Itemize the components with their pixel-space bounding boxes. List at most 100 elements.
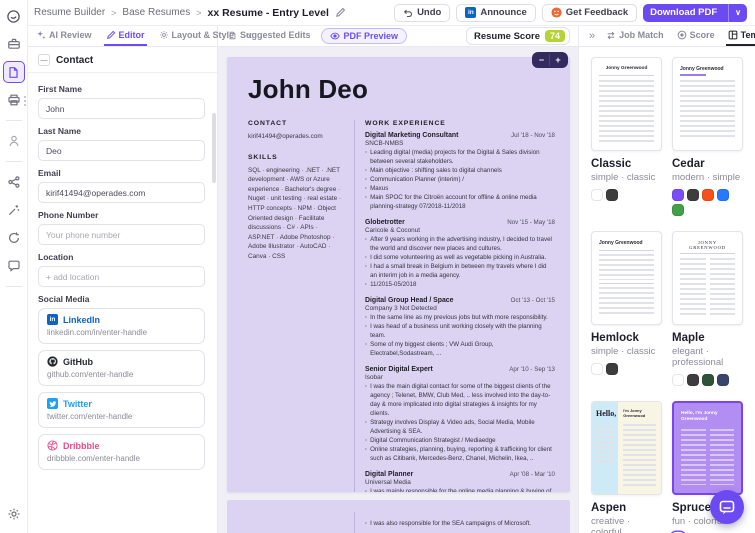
settings-gear-icon[interactable] [3,503,25,525]
gear-icon [159,31,168,39]
color-swatch[interactable] [672,374,684,386]
tab-suggested-edits[interactable]: Suggested Edits [226,26,313,46]
social-name: LinkedIn [63,314,101,325]
template-thumbnail-selected[interactable]: Hello, I'm Jonny Greenwood [672,401,743,495]
color-swatch[interactable] [606,189,618,201]
color-swatch[interactable] [672,204,684,216]
download-pdf-button[interactable]: Download PDF ∨ [643,3,747,22]
social-handle: dribbble.com/enter-handle [47,454,140,463]
collapse-section-icon[interactable]: — [38,54,50,66]
experience-entry: Digital Planner Apr '08 - Mar '10 Univers… [365,471,555,492]
color-swatch[interactable] [702,374,714,386]
template-card-maple: JONNY GREENWOOD Maple elegant · professi… [672,231,743,386]
tab-templates[interactable]: Templates [725,26,755,46]
resume-page-1[interactable]: John Deo CONTACT kirif41494@operades.com… [227,57,570,492]
template-thumbnail[interactable]: Jonny Greenwood [672,57,743,151]
sidebar-item-profile[interactable] [3,130,25,152]
rename-pencil-icon[interactable] [335,7,346,18]
undo-icon [403,9,413,17]
first-name-field[interactable] [38,98,205,119]
tab-score[interactable]: Score [675,26,717,46]
chat-launcher-button[interactable] [710,490,744,524]
announce-button[interactable]: in Announce [456,3,536,22]
color-swatch[interactable] [672,189,684,201]
resume-contact-heading: CONTACT [248,120,288,127]
color-swatch[interactable] [717,189,729,201]
tab-job-match[interactable]: Job Match [604,26,666,46]
breadcrumb-separator: > [196,7,202,18]
app-root: Resume Builder > Base Resumes > xx Resum… [0,0,755,533]
swap-arrows-icon [607,31,615,39]
breadcrumb-base-resumes[interactable]: Base Resumes [122,7,190,18]
template-tagline: simple · classic [591,172,656,183]
last-name-field[interactable] [38,140,205,161]
social-card-github[interactable]: GitHub github.com/enter-handle [38,350,205,386]
sidebar-item-resumes[interactable] [2,61,25,83]
social-name: Twitter [63,398,92,409]
color-swatch[interactable] [687,189,699,201]
phone-field[interactable] [38,224,205,245]
panel-resize-handle[interactable] [24,94,26,108]
rail-divider [5,161,22,162]
color-swatch[interactable] [606,363,618,375]
tab-layout-style[interactable]: Layout & Style [157,26,237,46]
resume-page-2[interactable]: I was also responsible for the SEA campa… [227,500,570,533]
eye-icon [329,32,340,40]
color-swatch[interactable] [687,374,699,386]
social-card-twitter[interactable]: Twitter twitter.com/enter-handle [38,392,205,428]
collapse-panel-icon[interactable]: « [246,30,252,42]
template-card-aspen: Hello, I'm Jonny Greenwood Aspen creativ… [591,401,662,533]
template-name: Cedar [672,158,705,170]
template-tagline: creative · colorful [591,516,631,533]
template-thumbnail[interactable]: Hello, I'm Jonny Greenwood [591,401,662,495]
sidebar-item-chat[interactable] [3,255,25,277]
undo-button[interactable]: Undo [394,3,451,22]
last-name-label: Last Name [38,126,81,136]
editor-tabbar: AI Review Editor Layout & Style « [28,26,252,47]
template-thumbnail[interactable]: Jonny Greenwood [591,231,662,325]
get-feedback-button[interactable]: Get Feedback [541,3,638,22]
zoom-out-button[interactable]: − [534,54,550,66]
social-handle: github.com/enter-handle [47,370,134,379]
breadcrumb-separator: > [111,7,117,18]
location-field[interactable] [38,266,205,287]
color-swatch[interactable] [591,189,603,201]
section-title: Contact [56,54,94,66]
zoom-in-button[interactable]: + [550,54,566,66]
sidebar-item-briefcase[interactable] [3,33,25,55]
template-thumbnail[interactable]: Jonny Greenwood [591,57,662,151]
app-logo-icon[interactable] [3,5,25,27]
color-swatch[interactable] [702,189,714,201]
chevron-down-icon[interactable]: ∨ [728,3,747,22]
resume-skills: SQL · engineering · .NET · .NET developm… [248,166,342,261]
breadcrumb-current-resume: xx Resume - Entry Level [207,6,329,19]
color-swatch[interactable] [717,374,729,386]
template-swatches [591,189,662,201]
tab-editor[interactable]: Editor [103,26,147,46]
breadcrumb-resume-builder[interactable]: Resume Builder [34,7,105,18]
scrollbar-thumb[interactable] [212,113,216,183]
social-card-dribbble[interactable]: Dribbble dribbble.com/enter-handle [38,434,205,470]
github-icon [47,356,58,367]
score-badge: 74 [544,30,565,42]
feedback-face-icon [551,7,562,18]
social-handle: linkedin.com/in/enter-handle [47,328,148,337]
sidebar-item-refresh[interactable] [3,227,25,249]
template-thumbnail[interactable]: JONNY GREENWOOD [672,231,743,325]
social-card-linkedin[interactable]: in LinkedIn linkedin.com/in/enter-handle [38,308,205,344]
color-swatch[interactable] [591,363,603,375]
expand-panel-icon[interactable]: » [589,30,595,42]
sidebar-item-share-nodes[interactable] [3,171,25,193]
sidebar-item-printer[interactable] [3,89,25,111]
resume-score-pill[interactable]: Resume Score 74 [465,27,570,45]
rail-divider [5,120,22,121]
email-field[interactable] [38,182,205,203]
tab-ai-review[interactable]: AI Review [34,26,94,46]
linkedin-icon: in [47,314,58,325]
templates-icon [728,30,737,40]
twitter-icon [47,398,58,409]
sidebar-item-magic-wand[interactable] [3,199,25,221]
first-name-label: First Name [38,84,82,94]
tab-pdf-preview[interactable]: PDF Preview [320,28,408,44]
template-name: Aspen [591,502,627,514]
